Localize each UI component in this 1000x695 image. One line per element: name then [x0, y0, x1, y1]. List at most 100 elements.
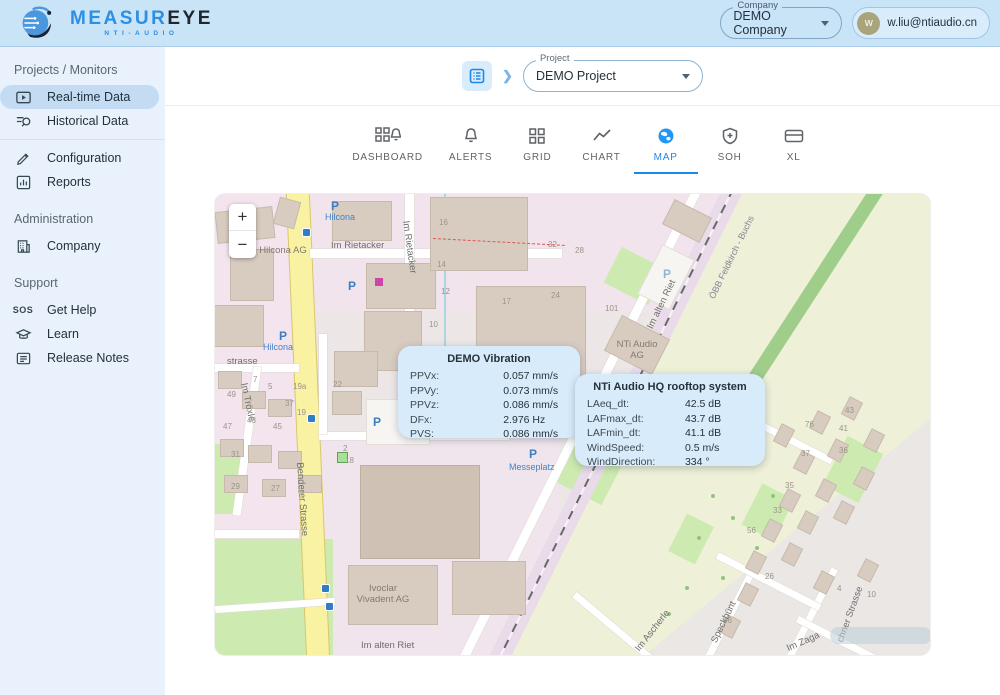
- popup-row-label: PPVz:: [410, 398, 503, 413]
- poi-label: Messeplatz: [509, 462, 555, 472]
- project-select[interactable]: Project DEMO Project: [523, 60, 703, 92]
- graduation-cap-icon: [14, 325, 32, 343]
- poi-label: Hilcona: [263, 342, 293, 352]
- line-chart-icon: [592, 127, 612, 145]
- company-select[interactable]: Company DEMO Company: [720, 7, 842, 39]
- popup-row: WindSpeed:0.5 m/s: [587, 441, 753, 456]
- tree: [721, 576, 725, 580]
- house-number: 29: [231, 482, 240, 491]
- popup-row: LAFmax_dt:43.7 dB: [587, 412, 753, 427]
- building: [333, 392, 361, 414]
- sidebar-item-historical-data[interactable]: Historical Data: [0, 109, 159, 133]
- popup-row-label: LAeq_dt:: [587, 397, 685, 412]
- house-number: 19a: [293, 382, 306, 391]
- sidebar-item-label: Learn: [47, 327, 79, 341]
- sidebar-item-reports[interactable]: Reports: [0, 170, 159, 194]
- house-number: 16: [439, 218, 448, 227]
- sidebar-item-realtime-data[interactable]: Real-time Data: [0, 85, 159, 109]
- building: [453, 562, 525, 614]
- street-label: Im Rietacker: [331, 240, 384, 251]
- project-toolbar: ❯ Project DEMO Project: [165, 47, 1000, 106]
- house-number: 35: [785, 481, 794, 490]
- chevron-down-icon: [682, 74, 690, 79]
- sidebar-item-label: Company: [47, 239, 101, 253]
- screen-play-icon: [14, 88, 32, 106]
- house-number: 27: [271, 484, 280, 493]
- sidebar-item-release-notes[interactable]: Release Notes: [0, 346, 159, 370]
- project-list-button[interactable]: [462, 61, 492, 91]
- bell-icon: [462, 127, 480, 145]
- house-number: 56: [747, 526, 756, 535]
- popup-row-label: PPVx:: [410, 369, 503, 384]
- tab-soh[interactable]: SOH: [698, 127, 762, 174]
- map[interactable]: P P P P P P Hilcona Hilcona AG Im Rietac…: [215, 194, 930, 655]
- house-number: 24: [551, 291, 560, 300]
- popup-row: PPVx:0.057 mm/s: [410, 369, 568, 384]
- sidebar-section-projects-monitors: Projects / Monitors: [14, 63, 165, 77]
- sidebar-item-company[interactable]: Company: [0, 234, 159, 258]
- tab-map[interactable]: MAP: [634, 127, 698, 174]
- chevron-down-icon: [821, 21, 829, 26]
- house-number: 10: [867, 590, 876, 599]
- zoom-out-button[interactable]: −: [229, 231, 256, 258]
- building: [367, 264, 435, 308]
- house-number: 46: [723, 616, 732, 625]
- house-number: 4: [837, 584, 841, 593]
- building: [361, 466, 479, 558]
- popup-row-label: WindDirection:: [587, 455, 685, 470]
- bar-chart-icon: [14, 173, 32, 191]
- map-zoom-control: + −: [229, 204, 256, 258]
- release-notes-icon: [14, 349, 32, 367]
- project-select-value: DEMO Project: [536, 69, 616, 83]
- building: [215, 306, 263, 346]
- building: [249, 446, 271, 462]
- tab-alerts[interactable]: ALERTS: [436, 127, 506, 174]
- popup-row-label: WindSpeed:: [587, 441, 685, 456]
- house-number: 41: [839, 424, 848, 433]
- measureye-logo-icon: [18, 4, 62, 42]
- house-number: 36: [839, 446, 848, 455]
- popup-demo-vibration[interactable]: DEMO Vibration PPVx:0.057 mm/s PPVy:0.07…: [398, 346, 580, 438]
- brand-subtitle: NTI-AUDIO: [104, 31, 178, 38]
- tab-dashboard[interactable]: DASHBOARD: [339, 127, 436, 174]
- zoom-in-button[interactable]: +: [229, 204, 256, 231]
- company-select-label: Company: [733, 1, 782, 11]
- house-number: 37: [801, 449, 810, 458]
- body: Projects / Monitors Real-time Data Histo…: [0, 47, 1000, 695]
- street-label: strasse: [227, 356, 258, 367]
- card-icon: [784, 127, 804, 145]
- popup-row-value: 0.057 mm/s: [503, 369, 568, 384]
- popup-row-value: 41.1 dB: [685, 426, 753, 441]
- popup-row: WindDirection:334 °: [587, 455, 753, 470]
- globe-icon: [657, 127, 675, 145]
- house-number: 22: [333, 380, 342, 389]
- popup-row: DFx:2.976 Hz: [410, 413, 568, 428]
- street-label: Im alten Riet: [361, 640, 414, 651]
- popup-title: DEMO Vibration: [410, 353, 568, 365]
- sidebar-item-configuration[interactable]: Configuration: [0, 146, 159, 170]
- project-select-label: Project: [536, 54, 574, 64]
- dashboard-grid-bell-icon: [375, 127, 401, 145]
- road: [319, 334, 327, 434]
- sidebar-item-learn[interactable]: Learn: [0, 322, 159, 346]
- poi-label: Hilcona: [325, 212, 355, 222]
- tab-label: ALERTS: [449, 152, 493, 163]
- popup-row-value: 334 °: [685, 455, 753, 470]
- popup-nti-audio-hq[interactable]: NTi Audio HQ rooftop system LAeq_dt:42.5…: [575, 374, 765, 466]
- tab-chart[interactable]: CHART: [569, 127, 633, 174]
- app-root: MEASUREYE NTI-AUDIO Company DEMO Company…: [0, 0, 1000, 695]
- popup-row: PPVz:0.086 mm/s: [410, 398, 568, 413]
- popup-row-label: LAFmax_dt:: [587, 412, 685, 427]
- tab-label: XL: [787, 152, 801, 163]
- bus-stop-icon: [321, 584, 330, 593]
- sidebar-item-label: Real-time Data: [47, 90, 130, 104]
- popup-row: PPVy:0.073 mm/s: [410, 384, 568, 399]
- tab-grid[interactable]: GRID: [505, 127, 569, 174]
- sidebar-item-get-help[interactable]: SOS Get Help: [0, 298, 159, 322]
- sidebar-item-label: Reports: [47, 175, 91, 189]
- tab-xl[interactable]: XL: [762, 127, 826, 174]
- popup-row-value: 0.086 mm/s: [503, 427, 568, 442]
- user-chip[interactable]: w w.liu@ntiaudio.cn: [852, 7, 990, 39]
- company-select-value: DEMO Company: [733, 9, 813, 37]
- brand-logo: MEASUREYE NTI-AUDIO: [18, 4, 213, 42]
